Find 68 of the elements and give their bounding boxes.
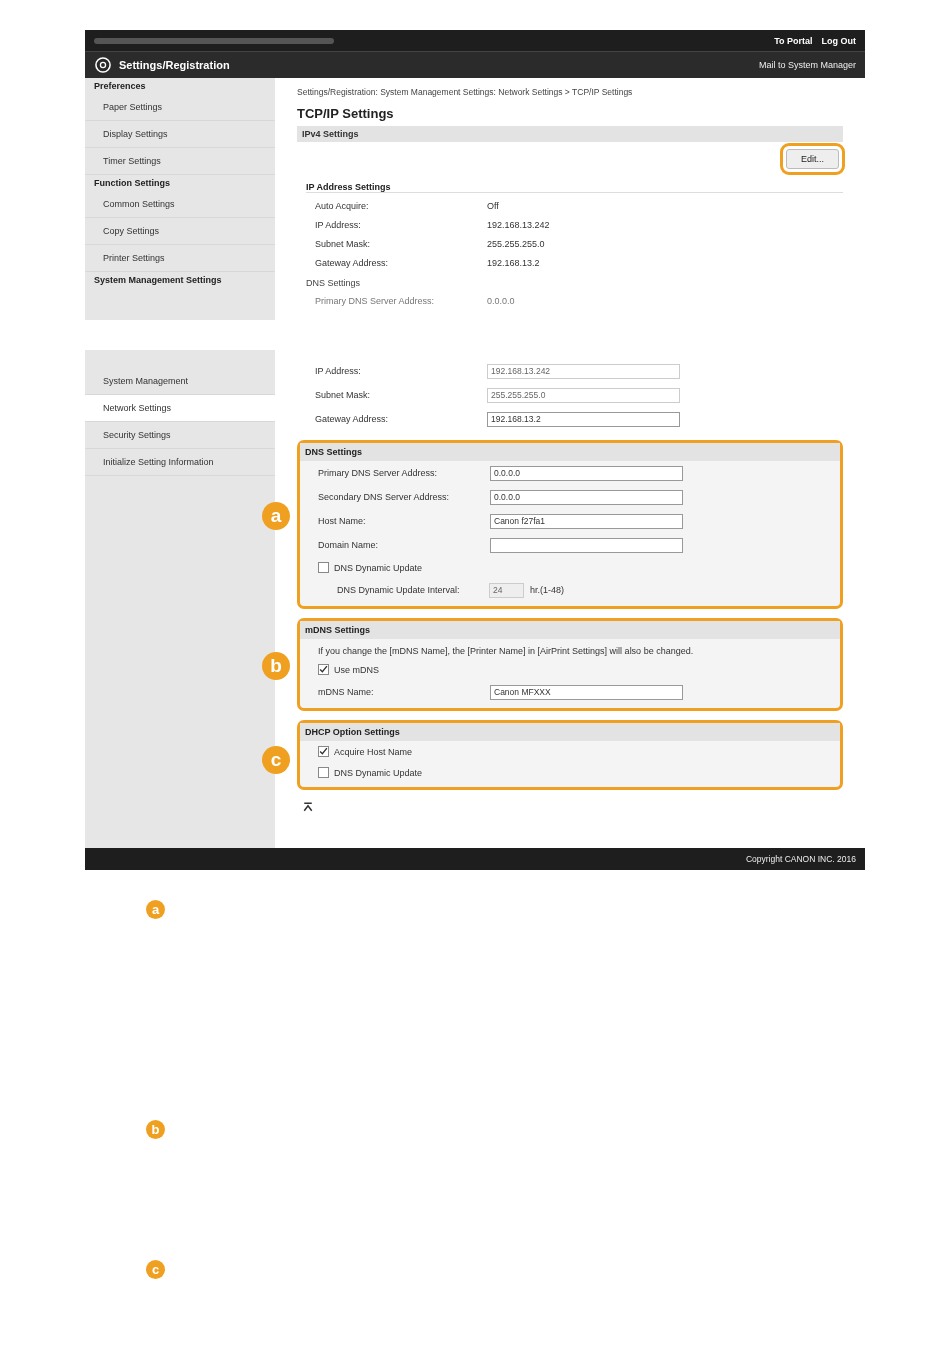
copyright-text: Copyright CANON INC. 2016: [745, 854, 856, 864]
note-text: If you change the [mDNS Name], the [Printer Name] in [AirPrint Settings] will also be changed.: [317, 645, 695, 658]
check-icon: [319, 747, 328, 756]
checkbox[interactable]: [318, 746, 329, 757]
callout-marker: a: [146, 900, 165, 919]
sidebar-item[interactable]: Network Settings: [85, 395, 275, 422]
group-title: DHCP Option Settings: [300, 723, 840, 741]
section-header: IPv4 Settings: [297, 126, 843, 142]
check-icon: [319, 665, 328, 674]
field-label: Host Name:: [318, 516, 367, 526]
setting-value: 255.255.255.0: [487, 238, 545, 249]
setting-label: Primary DNS Server Address:: [315, 295, 436, 306]
input-field[interactable]: [490, 537, 683, 553]
sidebar-item[interactable]: Initialize Setting Information: [85, 449, 275, 476]
field-label: Domain Name:: [318, 540, 380, 550]
field-label: Gateway Address:: [315, 414, 390, 424]
callout-marker: b: [262, 652, 290, 681]
sidebar-item[interactable]: Paper Settings: [85, 94, 275, 121]
callout-marker: c: [146, 1260, 165, 1279]
setting-label: Auto Acquire:: [315, 200, 370, 211]
checkbox-label: Acquire Host Name: [334, 746, 413, 757]
field-label: IP Address:: [315, 366, 362, 376]
unit-label: hr.(1-48): [530, 585, 564, 595]
group-title: DNS Settings: [306, 278, 362, 288]
page-heading: TCP/IP Settings: [297, 106, 395, 121]
setting-value: 192.168.13.2: [487, 257, 540, 268]
callout-marker: b: [146, 1120, 165, 1139]
sidebar-item[interactable]: Timer Settings: [85, 148, 275, 175]
input-field[interactable]: Canon f27fa1: [490, 513, 683, 529]
group-title: IP Address Settings: [306, 182, 843, 193]
field-label: DNS Dynamic Update Interval:: [337, 585, 461, 595]
input-field[interactable]: 0.0.0.0: [490, 465, 683, 481]
checkbox[interactable]: [318, 767, 329, 778]
checkbox[interactable]: [318, 664, 329, 675]
app-title: Settings/Registration: [119, 59, 230, 71]
setting-label: IP Address:: [315, 219, 362, 230]
sidebar-item[interactable]: Security Settings: [85, 422, 275, 449]
sidebar-heading: Function Settings: [93, 177, 171, 190]
setting-value: 0.0.0.0: [487, 295, 515, 306]
setting-label: Gateway Address:: [315, 257, 390, 268]
checkbox[interactable]: [318, 562, 329, 573]
scroll-top-icon[interactable]: [303, 802, 313, 812]
sidebar-heading: Preferences: [93, 80, 147, 93]
mail-link[interactable]: Mail to System Manager: [758, 60, 856, 70]
field-label: Primary DNS Server Address:: [318, 468, 439, 478]
sidebar-item[interactable]: Common Settings: [85, 191, 275, 218]
group-title: mDNS Settings: [300, 621, 840, 639]
group-title: DNS Settings: [300, 443, 840, 461]
field-label: mDNS Name:: [318, 687, 375, 697]
sidebar-heading: System Management Settings: [93, 274, 223, 287]
checkbox-label: Use mDNS: [334, 664, 379, 675]
sidebar-item[interactable]: Display Settings: [85, 121, 275, 148]
header-link[interactable]: Log Out: [821, 35, 856, 46]
field-label: Subnet Mask:: [315, 390, 372, 400]
field-label: Secondary DNS Server Address:: [318, 492, 451, 502]
setting-value: Off: [487, 200, 499, 211]
input-field[interactable]: Canon MFXXX: [490, 684, 683, 700]
setting-label: Subnet Mask:: [315, 238, 372, 249]
callout-marker: c: [262, 746, 290, 775]
setting-value: 192.168.13.242: [487, 219, 550, 230]
checkbox-label: DNS Dynamic Update: [334, 767, 423, 778]
input-field[interactable]: 192.168.13.2: [487, 411, 680, 427]
sidebar-item[interactable]: Copy Settings: [85, 218, 275, 245]
header-link[interactable]: To Portal: [774, 35, 813, 46]
breadcrumb: Settings/Registration: System Management Settings: Network Settings > TCP/IP Settings: [297, 87, 634, 97]
sidebar-item[interactable]: Printer Settings: [85, 245, 275, 272]
input-field[interactable]: 0.0.0.0: [490, 489, 683, 505]
checkbox-label: DNS Dynamic Update: [334, 562, 423, 573]
